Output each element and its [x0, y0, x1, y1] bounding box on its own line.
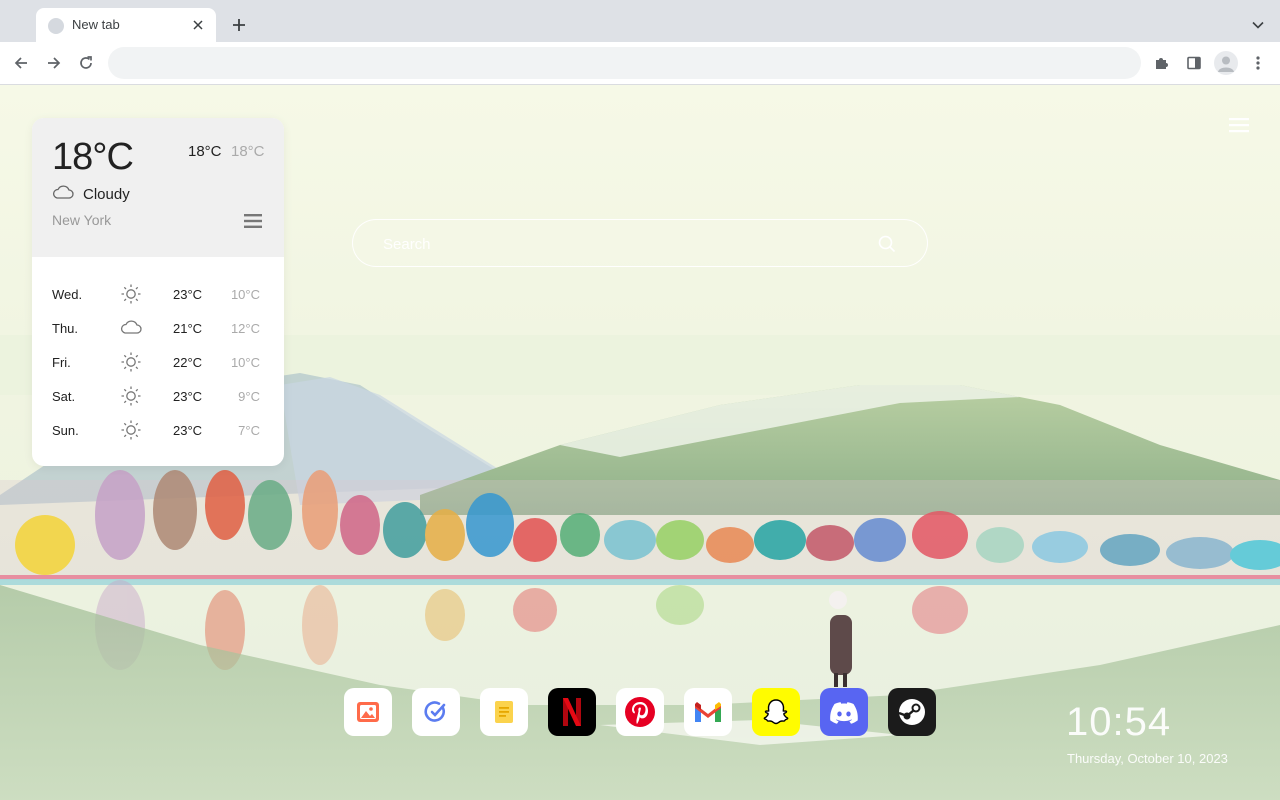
forecast-low: 12°C [230, 321, 260, 336]
arrow-right-icon [48, 57, 61, 69]
side-panel-button[interactable] [1183, 52, 1205, 74]
side-panel-icon [1187, 56, 1201, 70]
weather-current: 18°C 18°C 18°C Cloudy New York [32, 118, 284, 257]
back-button[interactable] [10, 52, 32, 74]
chevron-down-icon [1252, 21, 1264, 29]
search-input[interactable] [381, 232, 865, 256]
sun-icon [121, 284, 141, 304]
clock-time: 10:54 [1066, 700, 1172, 744]
forecast-day: Wed. [52, 287, 83, 302]
today-low: 18°C [231, 143, 265, 160]
forecast-row: Wed. 23°C 10°C [32, 277, 284, 311]
forecast-high: 23°C [173, 423, 203, 438]
address-bar[interactable] [108, 47, 1141, 79]
forecast-day: Thu. [52, 321, 79, 336]
reload-icon [80, 56, 92, 69]
weather-city: New York [52, 212, 112, 228]
tab-new-tab[interactable]: New tab [36, 8, 216, 42]
dock-notes[interactable] [480, 688, 528, 736]
forecast-high: 22°C [173, 355, 203, 370]
new-tab-button[interactable] [228, 14, 250, 36]
browser-toolbar [0, 42, 1280, 85]
discord-icon [830, 702, 858, 724]
dock-steam[interactable] [888, 688, 936, 736]
dock-netflix[interactable] [548, 688, 596, 736]
forecast-row: Thu. 21°C 12°C [32, 311, 284, 345]
snapchat-icon [763, 699, 789, 725]
today-high: 18°C [188, 143, 222, 160]
weather-condition: Cloudy [83, 186, 130, 203]
netflix-icon [563, 698, 581, 726]
current-temperature: 18°C [52, 136, 134, 178]
forecast-low: 9°C [238, 389, 260, 404]
extensions-button[interactable] [1151, 52, 1173, 74]
forecast-row: Fri. 22°C 10°C [32, 345, 284, 379]
check-circle-icon [424, 701, 446, 722]
forecast-high: 23°C [173, 389, 203, 404]
cloud-icon [120, 320, 142, 334]
browser-menu-button[interactable] [1247, 52, 1269, 74]
weather-widget[interactable]: 18°C 18°C 18°C Cloudy New York Wed. 23°C… [32, 118, 284, 466]
steam-icon [898, 699, 925, 725]
dock-todo[interactable] [412, 688, 460, 736]
close-icon[interactable] [188, 15, 208, 35]
pinterest-icon [625, 697, 655, 727]
page-menu-icon[interactable] [1229, 117, 1249, 133]
dock-gmail[interactable] [684, 688, 732, 736]
tab-title: New tab [72, 17, 120, 32]
image-icon [357, 702, 379, 722]
sun-icon [121, 386, 141, 406]
weather-menu-icon[interactable] [243, 213, 263, 229]
plus-icon [233, 19, 245, 31]
dock-snapchat[interactable] [752, 688, 800, 736]
note-icon [495, 701, 513, 723]
puzzle-icon [1156, 58, 1168, 69]
dock-discord[interactable] [820, 688, 868, 736]
forecast-day: Sun. [52, 423, 79, 438]
forecast-high: 21°C [173, 321, 203, 336]
forward-button[interactable] [43, 52, 65, 74]
forecast-high: 23°C [173, 287, 203, 302]
sun-icon [121, 420, 141, 440]
tab-favicon-icon [48, 18, 64, 34]
forecast-row: Sun. 23°C 7°C [32, 413, 284, 447]
sun-icon [121, 352, 141, 372]
forecast-low: 10°C [230, 287, 260, 302]
profile-avatar[interactable] [1214, 51, 1238, 75]
gmail-icon [695, 702, 721, 722]
arrow-left-icon [14, 57, 27, 69]
tab-strip: New tab [0, 0, 1280, 42]
forecast-low: 7°C [238, 423, 260, 438]
more-vert-icon [1256, 56, 1260, 70]
reload-button[interactable] [75, 52, 97, 74]
forecast-row: Sat. 23°C 9°C [32, 379, 284, 413]
forecast-low: 10°C [230, 355, 260, 370]
search-icon[interactable] [877, 234, 897, 254]
tab-search-button[interactable] [1248, 15, 1268, 35]
forecast-day: Sat. [52, 389, 76, 404]
cloud-icon [52, 185, 74, 199]
dock-pinterest[interactable] [616, 688, 664, 736]
search-box[interactable] [352, 219, 928, 267]
person-icon [1218, 56, 1234, 72]
dock-gallery[interactable] [344, 688, 392, 736]
forecast-day: Fri. [52, 355, 71, 370]
clock-date: Thursday, October 10, 2023 [1067, 751, 1228, 766]
